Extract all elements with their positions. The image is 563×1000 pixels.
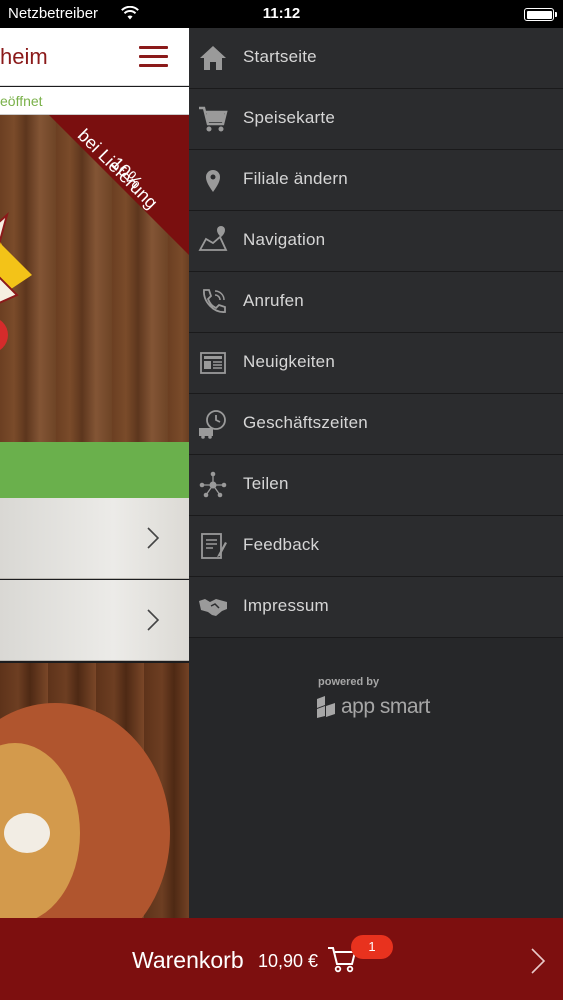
menu-item-label: Filiale ändern — [243, 169, 348, 188]
menu-item-label: Startseite — [243, 47, 317, 66]
cart-count-badge: 1 — [351, 935, 393, 959]
app-header: heim — [0, 28, 189, 86]
menu-item-label: Speisekarte — [243, 108, 335, 127]
menu-item-label: Navigation — [243, 230, 326, 249]
cart-price: 10,90 € — [258, 951, 319, 971]
appsmart-logo[interactable]: app smart — [317, 692, 437, 724]
background-page: heim eöffnet 10% bei Lieferung — [0, 28, 189, 918]
share-icon — [199, 471, 227, 498]
list-item[interactable] — [0, 580, 189, 661]
hamburger-menu-icon[interactable] — [139, 46, 168, 68]
home-icon — [200, 46, 226, 70]
cart-label: Warenkorb — [132, 947, 244, 973]
menu-item-label: Teilen — [243, 474, 289, 493]
cart-bar[interactable]: Warenkorb 10,90 € 1 — [0, 918, 563, 1000]
list-item[interactable] — [0, 498, 189, 579]
chevron-right-icon — [531, 948, 546, 974]
menu-item-label: Neuigkeiten — [243, 352, 335, 371]
food-image — [0, 663, 189, 918]
menu-item-neuigkeiten[interactable]: Neuigkeiten — [189, 333, 563, 394]
delivery-clock-icon — [199, 410, 226, 439]
menu-item-label: Geschäftszeiten — [243, 413, 368, 432]
menu-item-feedback[interactable]: Feedback — [189, 516, 563, 577]
menu-item-geschaeftszeiten[interactable]: Geschäftszeiten — [189, 394, 563, 455]
appsmart-logo-icon — [317, 696, 335, 718]
chevron-right-icon — [147, 527, 160, 549]
menu-item-teilen[interactable]: Teilen — [189, 455, 563, 516]
appsmart-brand: app smart — [341, 695, 430, 718]
open-status-bar: eöffnet — [0, 87, 189, 115]
side-drawer-menu: Startseite Speisekarte Filiale ändern Na… — [189, 28, 563, 918]
menu-item-navigation[interactable]: Navigation — [189, 211, 563, 272]
clock: 11:12 — [262, 5, 301, 22]
menu-item-startseite[interactable]: Startseite — [189, 28, 563, 89]
cart-icon — [199, 106, 228, 132]
handshake-icon — [199, 599, 227, 616]
chevron-right-icon — [147, 609, 160, 631]
menu-item-label: Feedback — [243, 535, 320, 554]
restaurant-name: heim — [0, 44, 48, 69]
menu-item-speisekarte[interactable]: Speisekarte — [189, 89, 563, 150]
feedback-form-icon — [201, 533, 227, 559]
promo-ribbon: 10% bei Lieferung — [0, 115, 189, 255]
battery-icon — [524, 8, 557, 21]
location-pin-icon — [206, 170, 220, 192]
menu-item-label: Impressum — [243, 596, 329, 615]
menu-item-label: Anrufen — [243, 291, 304, 310]
menu-item-impressum[interactable]: Impressum — [189, 577, 563, 638]
open-status-text: eöffnet — [0, 93, 43, 109]
newspaper-icon — [200, 352, 226, 374]
menu-item-anrufen[interactable]: Anrufen — [189, 272, 563, 333]
status-green-bar[interactable] — [0, 442, 189, 498]
phone-icon — [203, 289, 226, 313]
map-icon — [198, 226, 228, 251]
powered-by-text: powered by — [318, 676, 380, 688]
menu-item-filiale-aendern[interactable]: Filiale ändern — [189, 150, 563, 211]
status-bar: Netzbetreiber 11:12 — [0, 0, 563, 28]
